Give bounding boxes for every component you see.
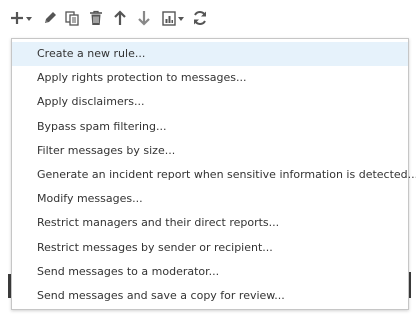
edit-icon <box>42 10 58 26</box>
menu-item-generate-incident-report[interactable]: Generate an incident report when sensiti… <box>12 163 416 187</box>
report-icon <box>162 10 176 26</box>
refresh-button[interactable] <box>190 7 210 29</box>
menu-item-modify-messages[interactable]: Modify messages... <box>12 187 408 211</box>
refresh-icon <box>192 10 208 26</box>
menu-item-create-new-rule[interactable]: Create a new rule... <box>12 42 408 67</box>
new-rule-button[interactable] <box>8 7 34 29</box>
copy-button[interactable] <box>62 7 82 29</box>
move-up-button[interactable] <box>110 7 130 29</box>
copy-icon <box>64 10 80 26</box>
page: Create a new rule... Apply rights protec… <box>0 0 416 322</box>
chevron-down-icon <box>26 16 32 21</box>
delete-icon <box>89 10 103 26</box>
menu-item-restrict-managers[interactable]: Restrict managers and their direct repor… <box>12 211 408 235</box>
menu-item-filter-by-size[interactable]: Filter messages by size... <box>12 139 408 163</box>
move-down-icon <box>137 10 151 26</box>
menu-item-apply-rights-protection[interactable]: Apply rights protection to messages... <box>12 66 408 90</box>
menu-item-apply-disclaimers[interactable]: Apply disclaimers... <box>12 90 408 114</box>
new-rule-dropdown-menu: Create a new rule... Apply rights protec… <box>11 38 416 310</box>
menu-item-send-and-save-copy[interactable]: Send messages and save a copy for review… <box>12 284 408 308</box>
menu-item-restrict-sender-recipient[interactable]: Restrict messages by sender or recipient… <box>12 236 408 260</box>
report-button[interactable] <box>160 7 186 29</box>
delete-button[interactable] <box>86 7 106 29</box>
move-up-icon <box>113 10 127 26</box>
add-icon <box>10 11 24 25</box>
rules-toolbar <box>8 6 210 30</box>
move-down-button[interactable] <box>134 7 154 29</box>
edit-button[interactable] <box>40 7 60 29</box>
menu-item-bypass-spam-filtering[interactable]: Bypass spam filtering... <box>12 115 408 139</box>
chevron-down-icon <box>178 16 184 21</box>
menu-item-send-to-moderator[interactable]: Send messages to a moderator... <box>12 260 408 284</box>
